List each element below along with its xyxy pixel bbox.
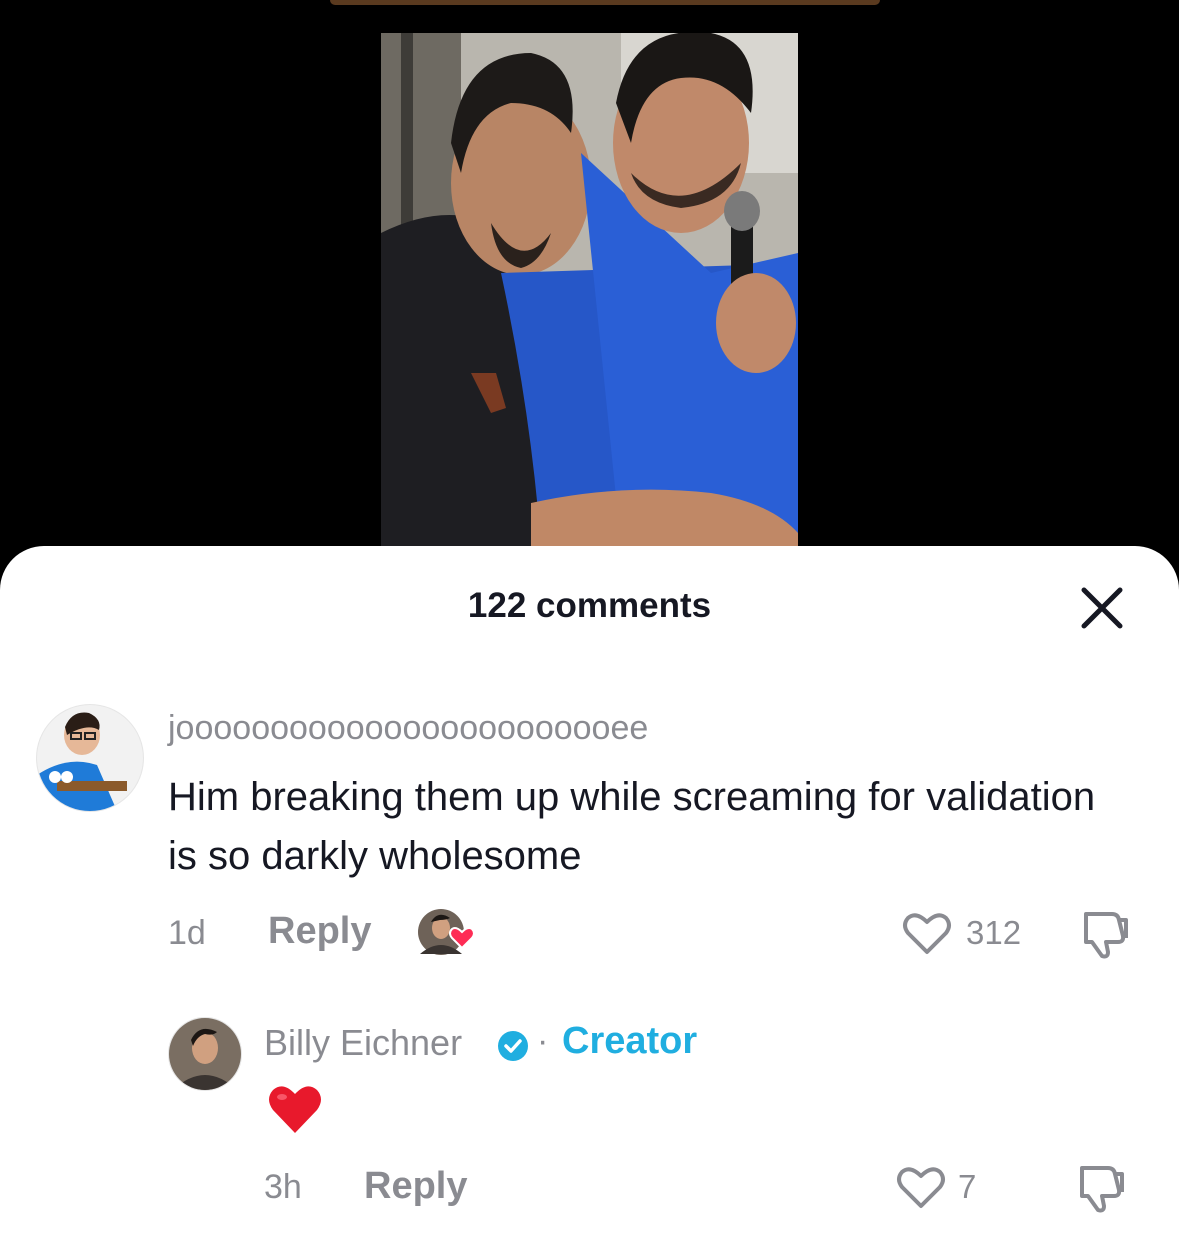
reply-button[interactable]: Reply xyxy=(268,910,371,953)
verified-icon xyxy=(498,1031,528,1061)
comments-count-title: 122 comments xyxy=(467,586,712,625)
reply-button[interactable]: Reply xyxy=(364,1165,467,1208)
like-button[interactable] xyxy=(902,910,952,956)
commenter-avatar[interactable] xyxy=(36,704,144,812)
dislike-button[interactable] xyxy=(1076,1162,1128,1214)
commenter-username[interactable]: joooooooooooooooooooooooee xyxy=(168,709,648,748)
video-image xyxy=(381,33,798,546)
close-icon xyxy=(1081,587,1123,629)
verified-badge xyxy=(497,1030,529,1062)
thumbs-down-icon xyxy=(1084,912,1128,959)
red-heart-emoji-icon xyxy=(269,1086,321,1133)
comment-text: Him breaking them up while screaming for… xyxy=(168,775,1096,878)
top-bar xyxy=(330,0,880,5)
heart-outline-icon xyxy=(897,1167,945,1208)
thumbs-down-icon xyxy=(1080,1166,1124,1213)
like-count: 312 xyxy=(966,914,1022,951)
creator-avatar[interactable] xyxy=(168,1017,242,1091)
video-thumbnail[interactable] xyxy=(381,33,798,546)
comment-timestamp: 1d xyxy=(168,914,206,952)
dislike-button[interactable] xyxy=(1080,908,1132,960)
like-button[interactable] xyxy=(896,1164,946,1210)
reply-text: ❤️ xyxy=(268,1083,322,1135)
creator-liked-badge xyxy=(418,908,478,958)
heart-outline-icon xyxy=(903,913,951,954)
comments-sheet: 122 comments joooooooooooooooooooooooee … xyxy=(0,546,1179,1236)
reply-timestamp: 3h xyxy=(264,1168,302,1206)
avatar-image xyxy=(169,1018,241,1090)
like-count: 7 xyxy=(958,1168,977,1205)
avatar-image xyxy=(37,705,143,811)
creator-badge: Creator xyxy=(562,1020,698,1062)
close-button[interactable] xyxy=(1076,582,1128,634)
creator-username[interactable]: Billy Eichner xyxy=(264,1022,462,1064)
separator-dot: · xyxy=(537,1022,549,1060)
creator-liked-icon xyxy=(418,909,475,955)
